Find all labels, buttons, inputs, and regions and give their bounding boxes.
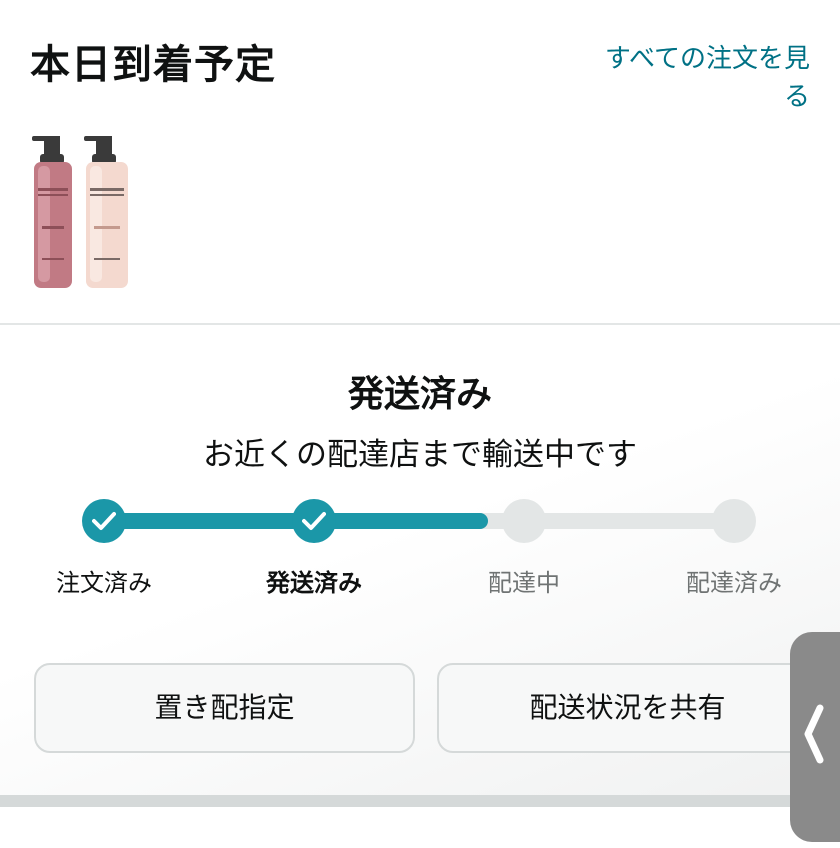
step-shipped-dot [292, 499, 336, 543]
chevron-left-icon [804, 704, 824, 764]
side-panel-handle[interactable] [790, 632, 840, 842]
step-ordered-label: 注文済み [56, 569, 152, 597]
check-icon [302, 512, 326, 530]
section-separator-band [0, 795, 840, 807]
shipment-status-message: お近くの配達店まで輸送中です [203, 437, 637, 473]
product-thumbnail[interactable] [30, 130, 134, 290]
check-icon [92, 512, 116, 530]
next-section [0, 807, 840, 848]
step-delivered-label: 配達済み [686, 569, 782, 597]
shipment-status-section: 発送済み お近くの配達店まで輸送中です 注文済み 発送済み 配達中 配達済み 置… [0, 325, 840, 795]
step-ordered-dot [82, 499, 126, 543]
step-delivered-dot [712, 499, 756, 543]
step-shipped-label: 発送済み [266, 569, 362, 597]
share-tracking-button[interactable]: 配送状況を共有 [437, 663, 818, 753]
page-title: 本日到着予定 [30, 42, 276, 88]
view-all-orders-link[interactable]: すべての注文を見る [580, 40, 810, 116]
delivery-card: 本日到着予定 すべての注文を見る [0, 0, 840, 324]
shipment-status-title: 発送済み [347, 374, 492, 415]
delivery-location-button[interactable]: 置き配指定 [34, 663, 415, 753]
step-out-for-delivery-label: 配達中 [488, 569, 560, 597]
step-out-for-delivery-dot [502, 499, 546, 543]
order-tracking-page: 本日到着予定 すべての注文を見る 発送済み お近くの配達店まで輸送中です 注文済… [0, 0, 840, 848]
